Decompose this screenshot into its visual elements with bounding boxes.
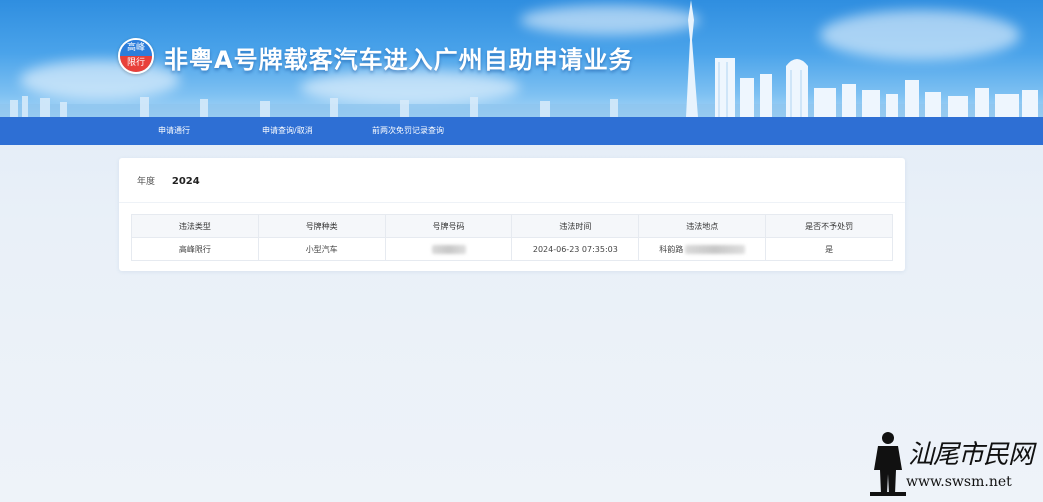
table-header-row: 违法类型 号牌种类 号牌号码 违法时间 违法地点 是否不予处罚 — [131, 214, 893, 238]
column-header: 号牌号码 — [384, 214, 513, 238]
year-label: 年度 — [137, 177, 156, 187]
year-row: 年度 2024 — [137, 174, 200, 187]
column-header: 违法地点 — [638, 214, 767, 238]
watermark-text: 汕尾市民网 — [908, 440, 1034, 470]
column-header: 违法类型 — [131, 214, 259, 238]
cell-plate-kind: 小型汽车 — [257, 237, 386, 261]
column-header: 是否不予处罚 — [765, 214, 893, 238]
badge-bottom-label: 限行 — [120, 56, 152, 72]
result-card: 年度 2024 违法类型 号牌种类 号牌号码 违法时间 违法地点 是否不予处罚 … — [119, 158, 905, 271]
column-header: 号牌种类 — [257, 214, 386, 238]
divider — [119, 202, 905, 203]
nav-waiver-record-query[interactable]: 前两次免罚记录查询 — [372, 117, 444, 145]
cell-violation-time: 2024-06-23 07:35:03 — [511, 237, 640, 261]
page-title: 非粤A号牌载客汽车进入广州自助申请业务 — [164, 46, 634, 74]
main-nav: 申请通行 申请查询/取消 前两次免罚记录查询 — [0, 117, 1043, 145]
cell-violation-location: 科韵路 — [638, 237, 767, 261]
badge-top-label: 高峰 — [120, 40, 152, 56]
cell-plate-number — [384, 237, 513, 261]
silhouette-icon — [870, 432, 906, 496]
redacted-plate-number — [431, 244, 466, 254]
year-value: 2024 — [171, 176, 200, 187]
watermark-url: www.swsm.net — [906, 474, 1012, 490]
redacted-location — [685, 244, 746, 254]
location-text: 科韵路 — [659, 244, 684, 254]
cell-violation-type: 高峰限行 — [131, 237, 259, 261]
nav-query-cancel[interactable]: 申请查询/取消 — [262, 117, 313, 145]
table-row: 高峰限行 小型汽车 2024-06-23 07:35:03 科韵路 是 — [131, 237, 893, 261]
cell-no-penalty: 是 — [765, 237, 893, 261]
site-watermark: 汕尾市民网 www.swsm.net — [868, 430, 1034, 498]
nav-apply-passage[interactable]: 申请通行 — [158, 117, 190, 145]
column-header: 违法时间 — [511, 214, 640, 238]
header-banner: 高峰 限行 非粤A号牌载客汽车进入广州自助申请业务 — [0, 0, 1043, 117]
violation-table: 违法类型 号牌种类 号牌号码 违法时间 违法地点 是否不予处罚 高峰限行 小型汽… — [131, 214, 893, 261]
rush-hour-restriction-badge: 高峰 限行 — [118, 38, 154, 74]
